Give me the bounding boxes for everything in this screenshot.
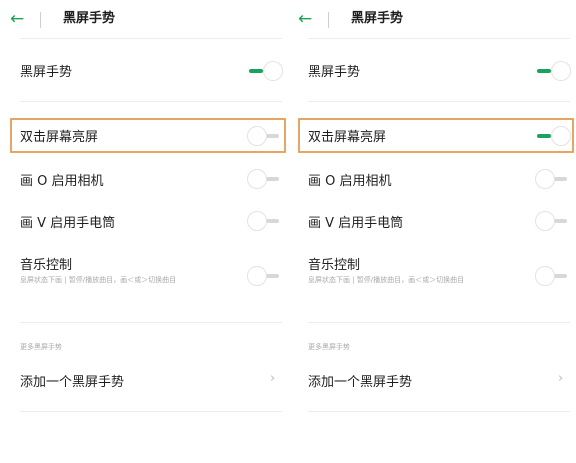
- section-header: 更多黑屏手势: [20, 343, 62, 351]
- chevron-right-icon: ›: [558, 371, 564, 386]
- setting-label: 双击屏幕亮屏: [20, 130, 99, 145]
- divider: [308, 411, 570, 412]
- setting-label: 画 V 启用手电筒: [20, 216, 116, 231]
- setting-label: 音乐控制: [308, 258, 361, 273]
- settings-panel-after: ← 黑屏手势 黑屏手势 双击屏幕亮屏 画 O 启用相机 画 V 启用手电筒 音乐…: [288, 0, 576, 463]
- setting-label: 画 V 启用手电筒: [308, 216, 404, 231]
- setting-description: 息屏状态下画 | 暂停/播放曲目，画＜或＞切换曲目: [20, 276, 177, 284]
- divider: [308, 101, 570, 102]
- setting-label: 黑屏手势: [308, 65, 361, 80]
- draw-v-flashlight-toggle[interactable]: [247, 211, 281, 231]
- arrow-left-icon[interactable]: ←: [10, 6, 24, 32]
- settings-panel-before: ← 黑屏手势 黑屏手势 双击屏幕亮屏 画 O 启用相机 画 V 启用手电筒 音乐…: [0, 0, 288, 463]
- setting-row-double-tap: 双击屏幕亮屏: [0, 121, 288, 151]
- divider: [20, 101, 282, 102]
- music-control-toggle[interactable]: [535, 266, 569, 286]
- chevron-right-icon: ›: [270, 371, 276, 386]
- setting-row-draw-o: 画 O 启用相机: [0, 164, 288, 194]
- header: ← 黑屏手势: [288, 6, 576, 34]
- black-screen-gesture-toggle[interactable]: [535, 61, 571, 81]
- setting-row-draw-o: 画 O 启用相机: [288, 164, 576, 194]
- setting-row-gesture: 黑屏手势: [0, 56, 288, 86]
- header-separator: [328, 12, 329, 28]
- draw-o-camera-toggle[interactable]: [247, 169, 281, 189]
- setting-row-music: 音乐控制 息屏状态下画 | 暂停/播放曲目，画＜或＞切换曲目: [0, 250, 288, 320]
- add-gesture-label: 添加一个黑屏手势: [308, 375, 413, 390]
- setting-label: 画 O 启用相机: [20, 174, 104, 189]
- add-gesture-row[interactable]: 添加一个黑屏手势 ›: [288, 366, 576, 396]
- header-separator: [40, 12, 41, 28]
- divider: [308, 322, 570, 323]
- header: ← 黑屏手势: [0, 6, 288, 34]
- setting-label: 双击屏幕亮屏: [308, 130, 387, 145]
- setting-label: 音乐控制: [20, 258, 73, 273]
- setting-row-double-tap: 双击屏幕亮屏: [288, 121, 576, 151]
- section-header: 更多黑屏手势: [308, 343, 350, 351]
- add-gesture-label: 添加一个黑屏手势: [20, 375, 125, 390]
- divider: [20, 322, 282, 323]
- music-control-toggle[interactable]: [247, 266, 281, 286]
- divider: [20, 411, 282, 412]
- setting-row-draw-v: 画 V 启用手电筒: [288, 206, 576, 236]
- setting-label: 黑屏手势: [20, 65, 73, 80]
- add-gesture-row[interactable]: 添加一个黑屏手势 ›: [0, 366, 288, 396]
- setting-label: 画 O 启用相机: [308, 174, 392, 189]
- setting-row-gesture: 黑屏手势: [288, 56, 576, 86]
- setting-row-music: 音乐控制 息屏状态下画 | 暂停/播放曲目，画＜或＞切换曲目: [288, 250, 576, 320]
- divider: [308, 38, 570, 39]
- divider: [20, 38, 282, 39]
- setting-row-draw-v: 画 V 启用手电筒: [0, 206, 288, 236]
- draw-o-camera-toggle[interactable]: [535, 169, 569, 189]
- black-screen-gesture-toggle[interactable]: [247, 61, 283, 81]
- arrow-left-icon[interactable]: ←: [298, 6, 312, 32]
- draw-v-flashlight-toggle[interactable]: [535, 211, 569, 231]
- page-title: 黑屏手势: [351, 11, 404, 26]
- double-tap-wake-toggle[interactable]: [247, 126, 281, 146]
- page-title: 黑屏手势: [63, 11, 116, 26]
- setting-description: 息屏状态下画 | 暂停/播放曲目，画＜或＞切换曲目: [308, 276, 465, 284]
- double-tap-wake-toggle[interactable]: [535, 126, 571, 146]
